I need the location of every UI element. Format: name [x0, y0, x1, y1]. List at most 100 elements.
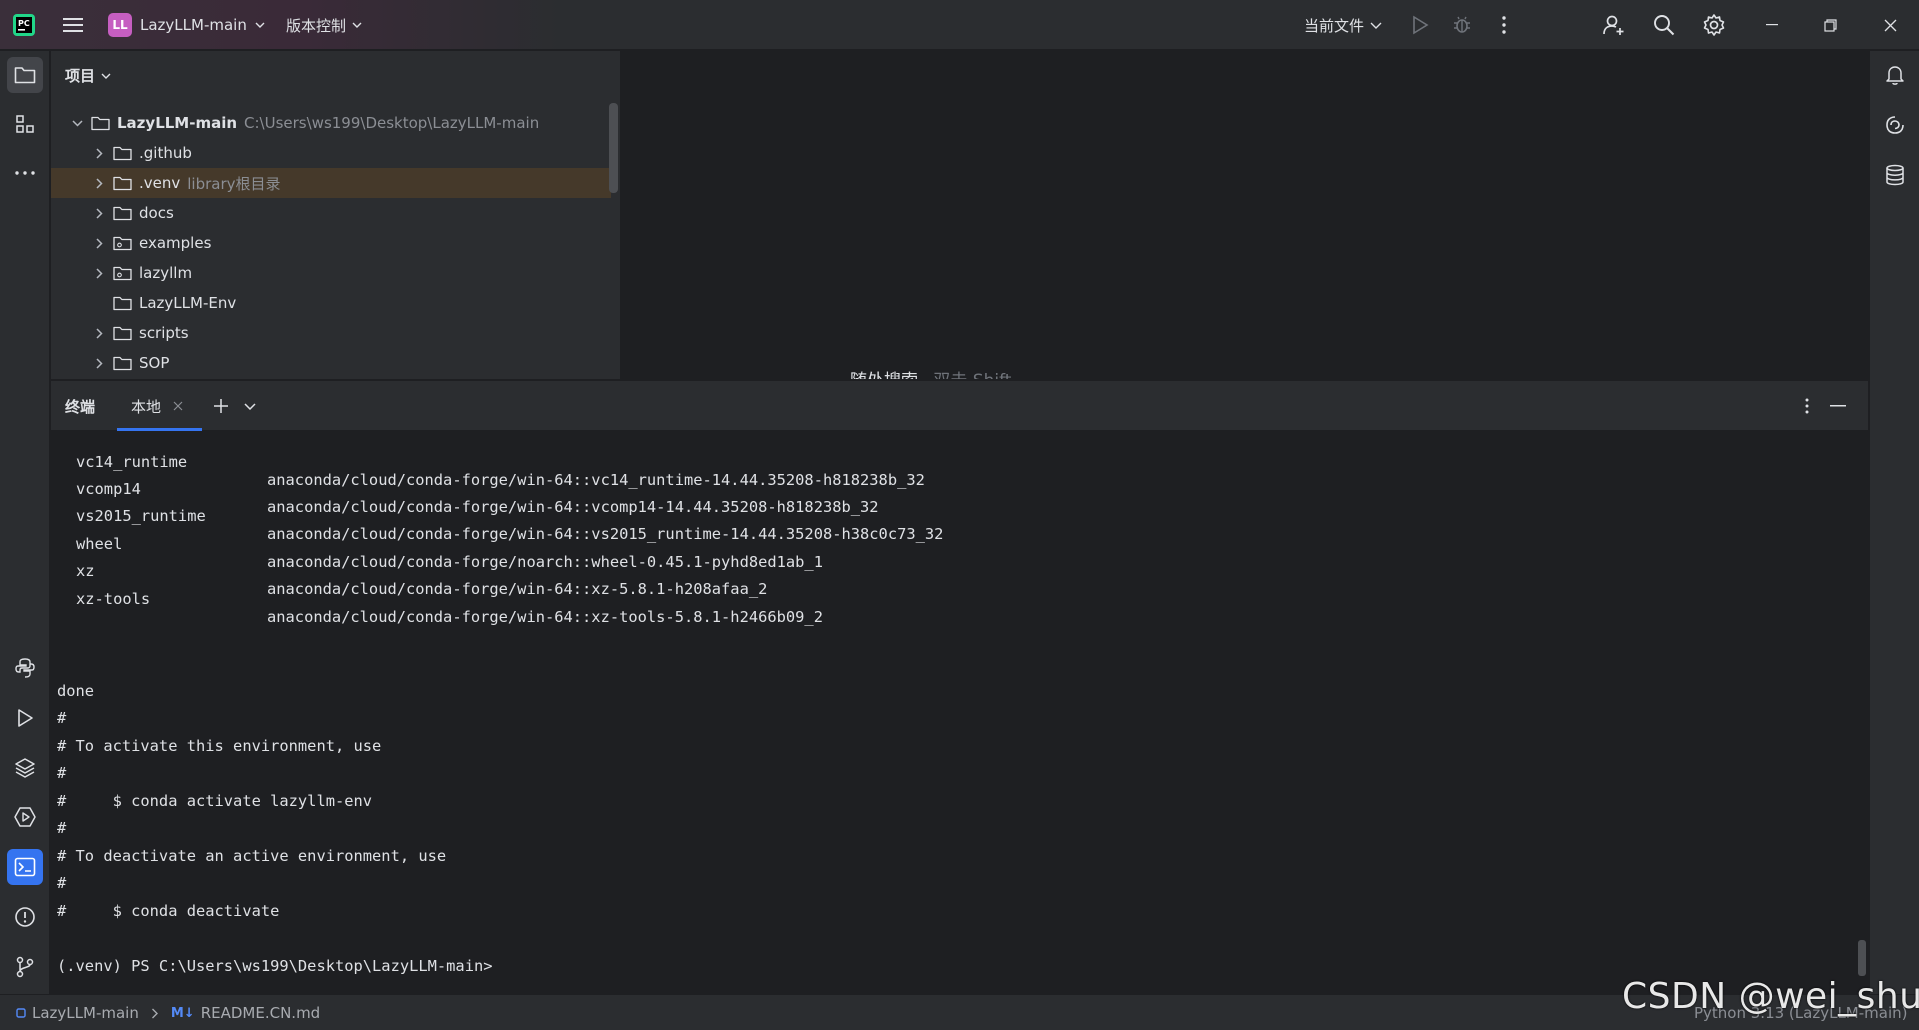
- tree-item-scripts[interactable]: scripts: [51, 318, 611, 348]
- warning-circle-icon: [15, 907, 35, 927]
- tree-item-venv[interactable]: .venv library根目录: [51, 168, 611, 198]
- project-square-icon: [16, 1008, 26, 1018]
- bell-icon: [1886, 66, 1904, 85]
- database-icon: [1886, 164, 1904, 186]
- breadcrumb-file[interactable]: README.CN.md: [201, 1004, 321, 1022]
- terminal-line: #: [57, 874, 67, 892]
- vcs-menu-button[interactable]: 版本控制: [286, 0, 362, 50]
- title-bar: PC LL LazyLLM-main 版本控制 当前文件: [0, 0, 1919, 50]
- close-window-button[interactable]: [1872, 0, 1908, 50]
- project-view-selector[interactable]: 项目: [65, 65, 111, 86]
- structure-tool-button[interactable]: [7, 106, 43, 142]
- terminal-line: #: [57, 819, 67, 837]
- restore-window-button[interactable]: [1812, 0, 1848, 50]
- terminal-icon: [14, 857, 36, 877]
- project-name: LazyLLM-main: [140, 16, 247, 34]
- vcs-label: 版本控制: [286, 16, 347, 35]
- breadcrumb-project[interactable]: LazyLLM-main: [32, 1004, 139, 1022]
- tree-item-label: .venv: [139, 174, 181, 192]
- folder-icon: [113, 326, 133, 341]
- debug-button[interactable]: [1444, 0, 1480, 50]
- chevron-down-icon: [244, 402, 256, 410]
- more-actions-button[interactable]: [1486, 0, 1522, 50]
- package-row: wheel anaconda/cloud/conda-forge/noarch:…: [76, 517, 823, 571]
- services-tool-button[interactable]: [7, 799, 43, 835]
- tree-item-sop[interactable]: SOP: [51, 348, 611, 378]
- folder-icon: [113, 176, 133, 191]
- problems-tool-button[interactable]: [7, 899, 43, 935]
- editor-area: 随处搜索 双击 Shift: [622, 51, 1868, 379]
- right-tool-window-bar: [1869, 51, 1919, 994]
- python-icon: [15, 658, 35, 678]
- chevron-right-icon[interactable]: [91, 327, 107, 339]
- breadcrumb: LazyLLM-main M↓ README.CN.md: [16, 995, 320, 1030]
- tree-item-github[interactable]: .github: [51, 138, 611, 168]
- package-source: anaconda/cloud/conda-forge/win-64::vc14_…: [267, 471, 925, 489]
- chevron-down-icon[interactable]: [69, 119, 85, 127]
- package-folder-icon: [113, 266, 133, 281]
- search-hint-shortcut: 双击 Shift: [933, 371, 1011, 379]
- tab-local-terminal[interactable]: 本地: [117, 381, 202, 431]
- tree-item-docs[interactable]: docs: [51, 198, 611, 228]
- chevron-right-icon[interactable]: [91, 147, 107, 159]
- tree-item-examples[interactable]: examples: [51, 228, 611, 258]
- pycharm-logo-icon[interactable]: PC: [12, 0, 38, 50]
- tree-item-label: examples: [139, 234, 212, 252]
- chevron-right-icon[interactable]: [91, 207, 107, 219]
- terminal-prompt[interactable]: (.venv) PS C:\Users\ws199\Desktop\LazyLL…: [57, 957, 493, 979]
- package-folder-icon: [113, 236, 133, 251]
- close-icon[interactable]: [173, 401, 183, 411]
- notifications-button[interactable]: [1877, 57, 1913, 93]
- tree-item-lazyllm-env[interactable]: LazyLLM-Env: [51, 288, 611, 318]
- project-panel-scrollbar[interactable]: [609, 103, 618, 193]
- plus-icon: [214, 399, 228, 413]
- terminal-output[interactable]: vc14_runtime anaconda/cloud/conda-forge/…: [51, 431, 1868, 994]
- terminal-more-button[interactable]: [1795, 381, 1819, 431]
- project-tool-button[interactable]: [7, 57, 43, 93]
- terminal-options-dropdown[interactable]: [237, 381, 263, 431]
- chevron-down-icon: [352, 22, 362, 28]
- terminal-scrollbar[interactable]: [1858, 940, 1866, 976]
- folder-icon: [14, 67, 36, 84]
- hide-terminal-button[interactable]: [1823, 381, 1853, 431]
- terminal-line: # $ conda deactivate: [57, 902, 280, 920]
- ai-assistant-button[interactable]: [1877, 107, 1913, 143]
- horizontal-dots-icon: [15, 171, 35, 175]
- tree-item-label: SOP: [139, 354, 170, 372]
- tree-root-row[interactable]: LazyLLM-main C:\Users\ws199\Desktop\Lazy…: [51, 108, 611, 138]
- chevron-down-icon: [255, 22, 265, 28]
- project-switcher-button[interactable]: LL LazyLLM-main: [108, 0, 265, 50]
- python-console-button[interactable]: [7, 650, 43, 686]
- run-configuration-selector[interactable]: 当前文件: [1304, 0, 1382, 50]
- package-source: anaconda/cloud/conda-forge/win-64::vcomp…: [267, 498, 879, 516]
- layers-icon: [15, 758, 35, 778]
- chevron-right-icon[interactable]: [91, 267, 107, 279]
- tree-root-name: LazyLLM-main: [117, 114, 238, 132]
- search-everywhere-button[interactable]: [1646, 0, 1682, 50]
- git-tool-button[interactable]: [7, 949, 43, 985]
- chevron-right-icon[interactable]: [91, 357, 107, 369]
- add-user-icon: [1603, 15, 1624, 35]
- minimize-window-button[interactable]: [1754, 0, 1790, 50]
- terminal-line: # $ conda activate lazyllm-env: [57, 792, 373, 810]
- settings-button[interactable]: [1696, 0, 1732, 50]
- database-tool-button[interactable]: [1877, 157, 1913, 193]
- tree-item-lazyllm[interactable]: lazyllm: [51, 258, 611, 288]
- search-everywhere-hint: 随处搜索 双击 Shift: [850, 366, 1011, 379]
- left-tool-window-bar: [0, 51, 50, 994]
- python-packages-button[interactable]: [7, 750, 43, 786]
- gear-icon: [1703, 14, 1725, 36]
- chevron-right-icon[interactable]: [91, 237, 107, 249]
- chevron-right-icon[interactable]: [91, 177, 107, 189]
- main-menu-button[interactable]: [58, 0, 88, 50]
- package-name: xz-tools: [76, 590, 151, 608]
- package-row: vc14_runtime anaconda/cloud/conda-forge/…: [76, 435, 925, 489]
- package-source: anaconda/cloud/conda-forge/win-64::xz-5.…: [267, 580, 768, 598]
- terminal-tool-button[interactable]: [7, 849, 43, 885]
- more-tools-button[interactable]: [7, 155, 43, 191]
- new-terminal-tab-button[interactable]: [207, 381, 235, 431]
- code-with-me-button[interactable]: [1596, 0, 1632, 50]
- run-tool-button[interactable]: [7, 700, 43, 736]
- run-button[interactable]: [1402, 0, 1438, 50]
- tree-item-label: scripts: [139, 324, 189, 342]
